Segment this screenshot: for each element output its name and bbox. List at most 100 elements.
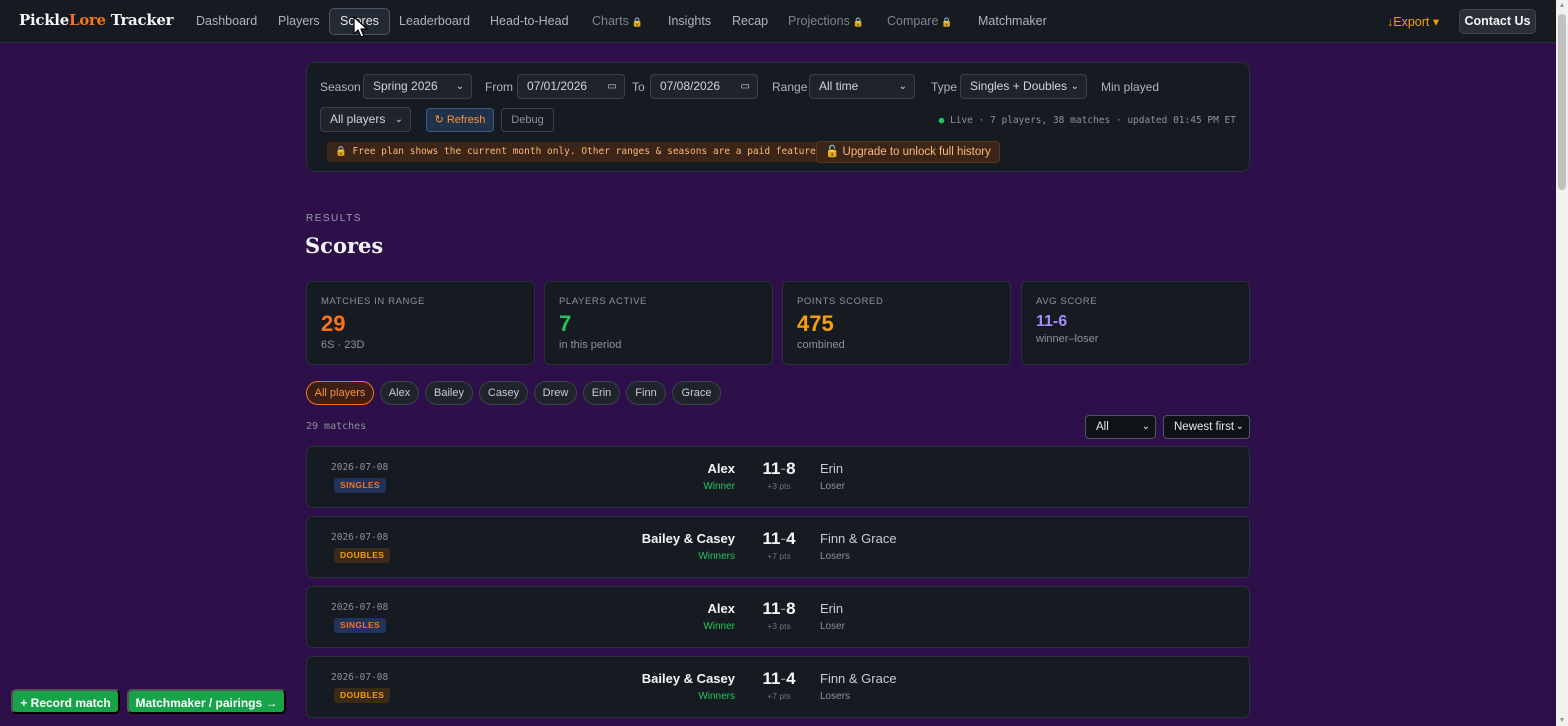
loser-score: 4 xyxy=(786,669,796,688)
match-loser: Erin xyxy=(820,601,844,616)
page-title: Scores xyxy=(305,233,384,258)
chevron-down-icon: ⌄ xyxy=(394,114,403,125)
scroll-up-arrow-icon[interactable]: ▲ xyxy=(1558,2,1566,9)
type-select[interactable]: Singles + Doubles ⌄ xyxy=(960,74,1087,99)
chevron-down-icon: ⌄ xyxy=(1070,81,1079,92)
stat-value: 7 xyxy=(559,311,572,336)
match-score: 11-8 xyxy=(762,459,796,478)
winner-tag: Winners xyxy=(698,551,735,562)
match-row[interactable]: 2026-07-08 SINGLES Alex Winner 11-8 +3 p… xyxy=(306,446,1250,508)
chevron-down-icon: ⌄ xyxy=(1141,421,1150,432)
debug-button[interactable]: Debug xyxy=(501,108,554,132)
loser-score: 8 xyxy=(786,459,796,478)
point-diff: +7 pts xyxy=(767,551,791,561)
range-select[interactable]: All time ⌄ xyxy=(809,74,915,99)
nav-projections-label: Projections xyxy=(788,14,850,28)
filter-panel: Season Spring 2026 ⌄ From 07/01/2026 ▭ To … xyxy=(306,62,1250,172)
stat-card-points: POINTS SCORED 475 combined xyxy=(782,281,1011,365)
nav-compare-label: Compare xyxy=(887,14,939,28)
refresh-button[interactable]: ↻ Refresh xyxy=(426,108,494,132)
match-loser: Finn & Grace xyxy=(820,671,897,686)
chevron-down-icon: ⌄ xyxy=(455,81,464,92)
matchmaker-pairings-button[interactable]: Matchmaker / pairings → xyxy=(127,689,286,714)
live-status: ● Live · 7 players, 38 matches · updated… xyxy=(939,115,1236,126)
nav-projections[interactable]: Projections 🔒 xyxy=(778,8,874,35)
to-label: To xyxy=(632,80,645,94)
match-score: 11-4 xyxy=(762,529,796,548)
nav-dashboard[interactable]: Dashboard xyxy=(186,8,267,35)
free-plan-notice: 🔒 Free plan shows the current month only… xyxy=(327,142,830,162)
sort-select-value: Newest first xyxy=(1174,421,1235,433)
chevron-down-icon: ⌄ xyxy=(1235,421,1244,432)
stat-value: 475 xyxy=(797,311,834,336)
export-menu-button[interactable]: ↓Export ▾ xyxy=(1387,14,1439,29)
chip-casey[interactable]: Casey xyxy=(479,381,528,405)
nav-compare[interactable]: Compare 🔒 xyxy=(877,8,963,35)
chip-grace[interactable]: Grace xyxy=(672,381,721,405)
match-date: 2026-07-08 xyxy=(331,602,389,613)
match-loser: Erin xyxy=(820,461,844,476)
results-eyebrow: RESULTS xyxy=(306,213,362,224)
loser-score: 4 xyxy=(786,529,796,548)
match-type-badge: DOUBLES xyxy=(334,548,391,563)
min-played-label: Min played xyxy=(1101,80,1160,94)
nav-recap[interactable]: Recap xyxy=(722,8,778,35)
chip-drew[interactable]: Drew xyxy=(534,381,577,405)
type-select-value: Singles + Doubles xyxy=(970,79,1068,93)
contact-us-button[interactable]: Contact Us xyxy=(1459,9,1536,34)
match-row[interactable]: 2026-07-08 DOUBLES Bailey & Casey Winner… xyxy=(306,656,1250,718)
winner-tag: Winners xyxy=(698,691,735,702)
from-label: From xyxy=(485,80,513,94)
nav-players[interactable]: Players xyxy=(268,8,330,35)
from-date-value: 07/01/2026 xyxy=(527,79,588,93)
nav-matchmaker[interactable]: Matchmaker xyxy=(968,8,1057,35)
stat-value: 11-6 xyxy=(1036,313,1068,330)
chip-alex[interactable]: Alex xyxy=(380,381,419,405)
chip-bailey[interactable]: Bailey xyxy=(425,381,473,405)
nav-charts-label: Charts xyxy=(592,14,629,28)
live-status-text: Live · 7 players, 38 matches · updated 0… xyxy=(944,115,1236,126)
stat-label: MATCHES IN RANGE xyxy=(321,296,425,307)
scroll-down-arrow-icon[interactable]: ▼ xyxy=(1558,717,1566,724)
stat-value: 29 xyxy=(321,311,346,336)
match-winner: Alex xyxy=(707,461,735,476)
match-row[interactable]: 2026-07-08 DOUBLES Bailey & Casey Winner… xyxy=(306,516,1250,578)
upgrade-button[interactable]: 🔓 Upgrade to unlock full history xyxy=(816,141,1000,163)
chip-finn[interactable]: Finn xyxy=(626,381,666,405)
calendar-icon[interactable]: ▭ xyxy=(608,75,617,98)
stat-label: AVG SCORE xyxy=(1036,296,1098,307)
to-date-input[interactable]: 07/08/2026 ▭ xyxy=(650,74,758,99)
to-date-value: 07/08/2026 xyxy=(660,79,721,93)
point-diff: +7 pts xyxy=(767,691,791,701)
winner-score: 11 xyxy=(762,459,781,478)
match-date: 2026-07-08 xyxy=(331,532,389,543)
match-filter-select[interactable]: All ⌄ xyxy=(1085,415,1156,439)
record-match-button[interactable]: + Record match xyxy=(11,689,120,714)
match-score: 11-4 xyxy=(762,669,796,688)
chip-erin[interactable]: Erin xyxy=(583,381,620,405)
lock-icon: 🔒 xyxy=(631,17,644,27)
scrollbar-thumb[interactable] xyxy=(1558,14,1566,190)
match-date: 2026-07-08 xyxy=(331,672,389,683)
nav-leaderboard[interactable]: Leaderboard xyxy=(389,8,480,35)
stat-card-matches: MATCHES IN RANGE 29 6S · 23D xyxy=(306,281,535,365)
season-select[interactable]: Spring 2026 ⌄ xyxy=(363,74,472,99)
match-date: 2026-07-08 xyxy=(331,462,389,473)
winner-score: 11 xyxy=(762,669,781,688)
chip-all-players[interactable]: All players xyxy=(306,381,374,405)
match-row[interactable]: 2026-07-08 SINGLES Alex Winner 11-8 +3 p… xyxy=(306,586,1250,648)
calendar-icon[interactable]: ▭ xyxy=(741,75,750,98)
brand-logo[interactable]: PickleLore Tracker xyxy=(19,11,174,29)
page-scrollbar[interactable]: ▲ ▼ xyxy=(1556,0,1568,726)
sort-select[interactable]: Newest first ⌄ xyxy=(1163,415,1250,439)
brand-part-1: Pickle xyxy=(19,11,69,29)
players-select[interactable]: All players ⌄ xyxy=(320,107,411,132)
from-date-input[interactable]: 07/01/2026 ▭ xyxy=(517,74,625,99)
match-winner: Bailey & Casey xyxy=(641,531,735,546)
nav-head-to-head[interactable]: Head-to-Head xyxy=(480,8,579,35)
nav-charts[interactable]: Charts 🔒 xyxy=(582,8,653,35)
nav-insights[interactable]: Insights xyxy=(658,8,721,35)
loser-tag: Losers xyxy=(820,551,851,562)
range-select-value: All time xyxy=(819,79,859,93)
top-nav: PickleLore Tracker Dashboard Players Sco… xyxy=(0,0,1556,43)
